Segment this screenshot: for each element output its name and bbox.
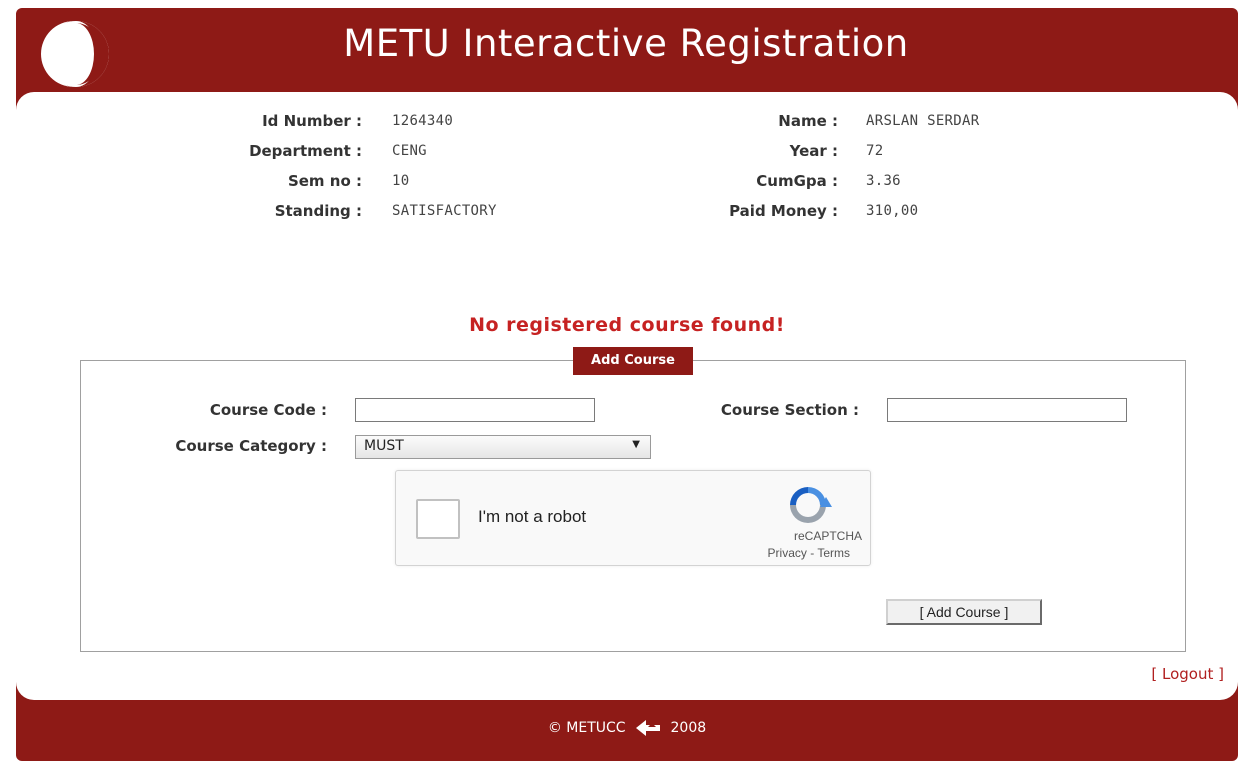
info-label: Department : [249,142,362,160]
info-value: 72 [866,143,884,159]
logout-link[interactable]: [ Logout ] [1151,665,1224,683]
course-category-select[interactable]: MUST ▼ [355,435,651,459]
recaptcha-privacy-terms[interactable]: Privacy - Terms [768,546,850,560]
course-category-selected: MUST [364,438,404,454]
info-label: Sem no : [287,172,362,190]
info-label: Standing : [274,202,362,220]
add-course-button[interactable]: [ Add Course ] [886,599,1042,625]
info-row: Id Number : 1264340 [16,112,616,134]
info-value: 10 [392,173,410,189]
metucc-logo-icon [636,720,661,736]
recaptcha-logo-icon [790,487,832,523]
info-label: CumGpa : [756,172,838,190]
page-frame: METU Interactive Registration Id Number … [16,8,1238,761]
add-course-form: Add Course Course Code : Course Section … [80,347,1186,652]
info-row: Paid Money : 310,00 [616,202,1176,224]
recaptcha-brand: reCAPTCHA [793,529,862,543]
info-value: ARSLAN SERDAR [866,113,980,129]
info-row: Standing : SATISFACTORY [16,202,616,224]
add-course-legend: Add Course [573,347,693,375]
info-row: CumGpa : 3.36 [616,172,1176,194]
footer: © METUCC 2008 [16,700,1238,761]
info-value: 1264340 [392,113,454,129]
recaptcha-widget: I'm not a robot reCAPTCHA Privacy - Term… [395,470,871,566]
metu-logo-icon [41,21,109,87]
app-title: METU Interactive Registration [343,22,909,65]
course-section-label: Course Section : [720,401,859,419]
info-row: Year : 72 [616,142,1176,164]
course-code-label: Course Code : [209,401,327,419]
recaptcha-checkbox[interactable] [416,499,460,539]
course-code-input[interactable] [355,398,595,422]
info-value: 310,00 [866,203,919,219]
info-label: Paid Money : [729,202,838,220]
info-value: CENG [392,143,427,159]
status-message: No registered course found! [469,314,785,336]
info-label: Year : [789,142,838,160]
info-label: Id Number : [262,112,362,130]
info-value: 3.36 [866,173,901,189]
info-row: Name : ARSLAN SERDAR [616,112,1176,134]
course-section-input[interactable] [887,398,1127,422]
footer-year: 2008 [670,720,707,736]
info-value: SATISFACTORY [392,203,497,219]
dropdown-arrow-icon: ▼ [632,439,640,450]
info-label: Name : [778,112,838,130]
footer-copyright: © METUCC [547,720,626,736]
recaptcha-label: I'm not a robot [478,507,587,526]
info-row: Department : CENG [16,142,616,164]
main-panel: Id Number : 1264340 Department : CENG Se… [16,92,1238,700]
course-category-label: Course Category : [175,437,327,455]
info-row: Sem no : 10 [16,172,616,194]
